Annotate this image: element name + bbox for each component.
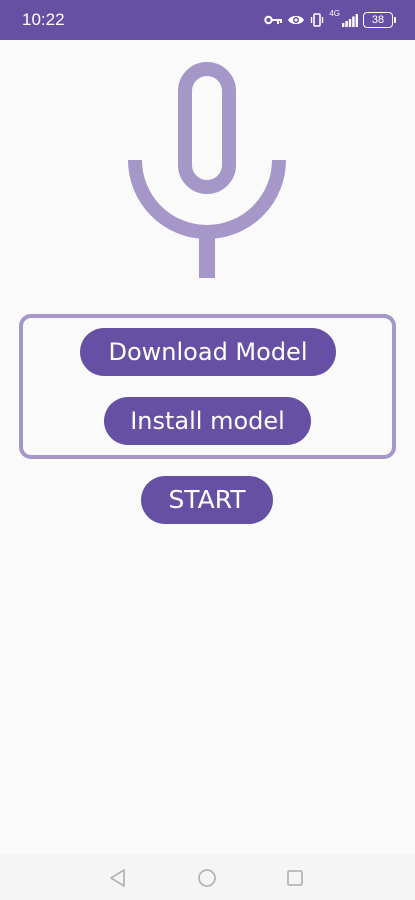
install-model-button[interactable]: Install model bbox=[104, 397, 311, 445]
status-bar: 10:22 4G 38 bbox=[0, 0, 415, 40]
home-icon[interactable] bbox=[195, 866, 219, 890]
download-model-button[interactable]: Download Model bbox=[80, 328, 336, 376]
navigation-bar bbox=[0, 855, 415, 900]
microphone-icon bbox=[128, 62, 286, 278]
status-time: 10:22 bbox=[22, 10, 65, 29]
network-type-label: 4G bbox=[329, 9, 340, 18]
back-icon[interactable] bbox=[106, 866, 130, 890]
status-icons: 4G 38 bbox=[264, 9, 396, 31]
vpn-key-icon bbox=[264, 15, 283, 25]
recent-apps-icon[interactable] bbox=[283, 866, 307, 890]
vibrate-icon bbox=[311, 13, 324, 27]
start-button[interactable]: START bbox=[141, 476, 273, 524]
battery-icon: 38 bbox=[363, 12, 396, 28]
eye-icon bbox=[288, 15, 305, 25]
signal-icon bbox=[342, 13, 358, 27]
